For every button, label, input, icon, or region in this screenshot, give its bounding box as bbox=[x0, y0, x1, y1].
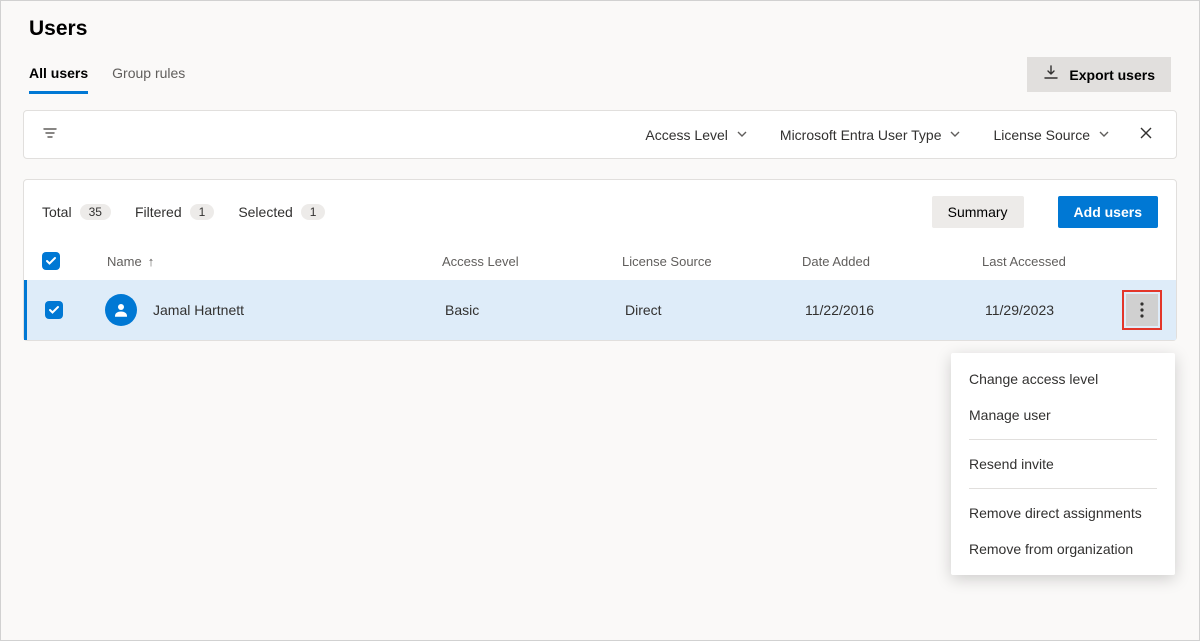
users-table: Total 35 Filtered 1 Selected 1 Summary A… bbox=[23, 179, 1177, 341]
menu-divider bbox=[969, 488, 1157, 489]
filter-bar: Access Level Microsoft Entra User Type L… bbox=[23, 110, 1177, 159]
clear-filters-button[interactable] bbox=[1134, 121, 1158, 148]
tab-all-users[interactable]: All users bbox=[29, 65, 88, 94]
row-access-level: Basic bbox=[445, 302, 625, 318]
column-access-level[interactable]: Access Level bbox=[442, 254, 622, 269]
selected-value: 1 bbox=[301, 204, 326, 220]
row-more-actions-button[interactable] bbox=[1126, 294, 1158, 326]
menu-divider bbox=[969, 439, 1157, 440]
download-icon bbox=[1043, 65, 1059, 84]
column-date-added[interactable]: Date Added bbox=[802, 254, 982, 269]
row-license-source: Direct bbox=[625, 302, 805, 318]
filtered-label: Filtered bbox=[135, 204, 182, 220]
page-title: Users bbox=[29, 17, 1171, 41]
total-value: 35 bbox=[80, 204, 111, 220]
add-users-button[interactable]: Add users bbox=[1058, 196, 1158, 228]
row-context-menu: Change access level Manage user Resend i… bbox=[951, 353, 1175, 575]
summary-button[interactable]: Summary bbox=[932, 196, 1024, 228]
export-users-label: Export users bbox=[1069, 67, 1155, 83]
table-header: Name ↑ Access Level License Source Date … bbox=[24, 244, 1176, 280]
filtered-count: Filtered 1 bbox=[135, 204, 214, 220]
column-last-accessed[interactable]: Last Accessed bbox=[982, 254, 1098, 269]
selected-label: Selected bbox=[238, 204, 292, 220]
filter-entra-label: Microsoft Entra User Type bbox=[780, 127, 942, 143]
filter-access-level-label: Access Level bbox=[645, 127, 727, 143]
row-date-added: 11/22/2016 bbox=[805, 302, 985, 318]
column-name-label: Name bbox=[107, 254, 142, 269]
filtered-value: 1 bbox=[190, 204, 215, 220]
selected-count: Selected 1 bbox=[238, 204, 325, 220]
chevron-down-icon bbox=[736, 127, 748, 143]
tabs: All users Group rules bbox=[29, 65, 185, 94]
counts-row: Total 35 Filtered 1 Selected 1 Summary A… bbox=[24, 180, 1176, 244]
chevron-down-icon bbox=[1098, 127, 1110, 143]
column-name[interactable]: Name ↑ bbox=[102, 254, 442, 269]
row-last-accessed: 11/29/2023 bbox=[985, 302, 1098, 318]
tab-group-rules[interactable]: Group rules bbox=[112, 65, 185, 94]
filter-license-source-label: License Source bbox=[993, 127, 1090, 143]
table-row[interactable]: Jamal Hartnett Basic Direct 11/22/2016 1… bbox=[24, 280, 1176, 340]
chevron-down-icon bbox=[949, 127, 961, 143]
menu-resend-invite[interactable]: Resend invite bbox=[951, 446, 1175, 482]
filter-license-source[interactable]: License Source bbox=[985, 123, 1118, 147]
row-checkbox[interactable] bbox=[45, 301, 63, 319]
filter-access-level[interactable]: Access Level bbox=[637, 123, 755, 147]
menu-change-access-level[interactable]: Change access level bbox=[951, 361, 1175, 397]
menu-remove-direct-assignments[interactable]: Remove direct assignments bbox=[951, 495, 1175, 531]
menu-remove-from-organization[interactable]: Remove from organization bbox=[951, 531, 1175, 567]
column-license-source[interactable]: License Source bbox=[622, 254, 802, 269]
menu-manage-user[interactable]: Manage user bbox=[951, 397, 1175, 433]
filter-icon[interactable] bbox=[42, 125, 58, 144]
select-all-checkbox[interactable] bbox=[42, 252, 60, 270]
filter-entra-user-type[interactable]: Microsoft Entra User Type bbox=[772, 123, 970, 147]
avatar bbox=[105, 294, 137, 326]
sort-ascending-icon: ↑ bbox=[148, 254, 155, 269]
total-label: Total bbox=[42, 204, 72, 220]
row-name: Jamal Hartnett bbox=[153, 302, 244, 318]
total-count: Total 35 bbox=[42, 204, 111, 220]
export-users-button[interactable]: Export users bbox=[1027, 57, 1171, 92]
